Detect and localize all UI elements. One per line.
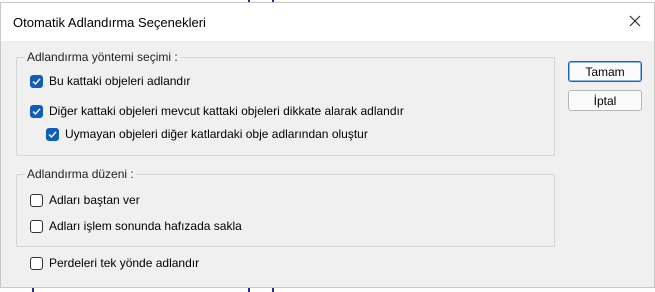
checkbox-label: Adları baştan ver xyxy=(49,193,140,207)
dialog-title: Otomatik Adlandırma Seçenekleri xyxy=(13,15,206,30)
checkbox-restart-names[interactable]: Adları baştan ver xyxy=(30,193,140,207)
checkbox-label: Adları işlem sonunda hafızada sakla xyxy=(49,219,242,233)
ok-button[interactable]: Tamam xyxy=(568,61,642,82)
title-bar: Otomatik Adlandırma Seçenekleri xyxy=(1,3,654,41)
background-strip-bottom xyxy=(0,288,655,292)
background-line xyxy=(32,288,34,292)
close-icon xyxy=(629,15,641,27)
close-button[interactable] xyxy=(618,5,652,37)
naming-order-group: Adlandırma düzeni : Adları baştan ver Ad… xyxy=(16,167,555,247)
checkbox-label: Uymayan objeleri diğer katlardaki obje a… xyxy=(65,127,368,141)
checkmark-icon xyxy=(32,77,41,85)
checkbox-label: Bu kattaki objeleri adlandır xyxy=(49,74,191,88)
background-line xyxy=(272,288,274,292)
checkbox-generate-from-other-floors[interactable]: Uymayan objeleri diğer katlardaki obje a… xyxy=(46,127,368,141)
checkbox-walls-one-direction[interactable]: Perdeleri tek yönde adlandır xyxy=(30,256,199,270)
checkbox-box[interactable] xyxy=(30,193,43,207)
background-line xyxy=(248,288,250,292)
naming-order-group-title: Adlandırma düzeni : xyxy=(25,167,136,181)
naming-method-group: Adlandırma yöntemi seçimi : Bu kattaki o… xyxy=(16,50,555,156)
checkbox-box[interactable] xyxy=(30,104,43,118)
checkbox-box[interactable] xyxy=(30,256,43,270)
checkbox-name-current-floor[interactable]: Bu kattaki objeleri adlandır xyxy=(30,74,190,88)
checkbox-save-names-memory[interactable]: Adları işlem sonunda hafızada sakla xyxy=(30,219,242,233)
dialog-window: Otomatik Adlandırma Seçenekleri Adlandır… xyxy=(0,2,655,288)
checkmark-icon xyxy=(32,107,41,115)
checkbox-box[interactable] xyxy=(30,219,43,233)
checkbox-label: Perdeleri tek yönde adlandır xyxy=(49,256,200,270)
checkbox-box[interactable] xyxy=(30,74,43,88)
cancel-button[interactable]: İptal xyxy=(568,90,642,111)
checkmark-icon xyxy=(48,130,57,138)
checkbox-box[interactable] xyxy=(46,127,59,141)
checkbox-label: Diğer kattaki objeleri mevcut kattaki ob… xyxy=(49,104,404,118)
naming-method-group-title: Adlandırma yöntemi seçimi : xyxy=(25,50,180,64)
checkbox-name-other-floors[interactable]: Diğer kattaki objeleri mevcut kattaki ob… xyxy=(30,104,404,118)
